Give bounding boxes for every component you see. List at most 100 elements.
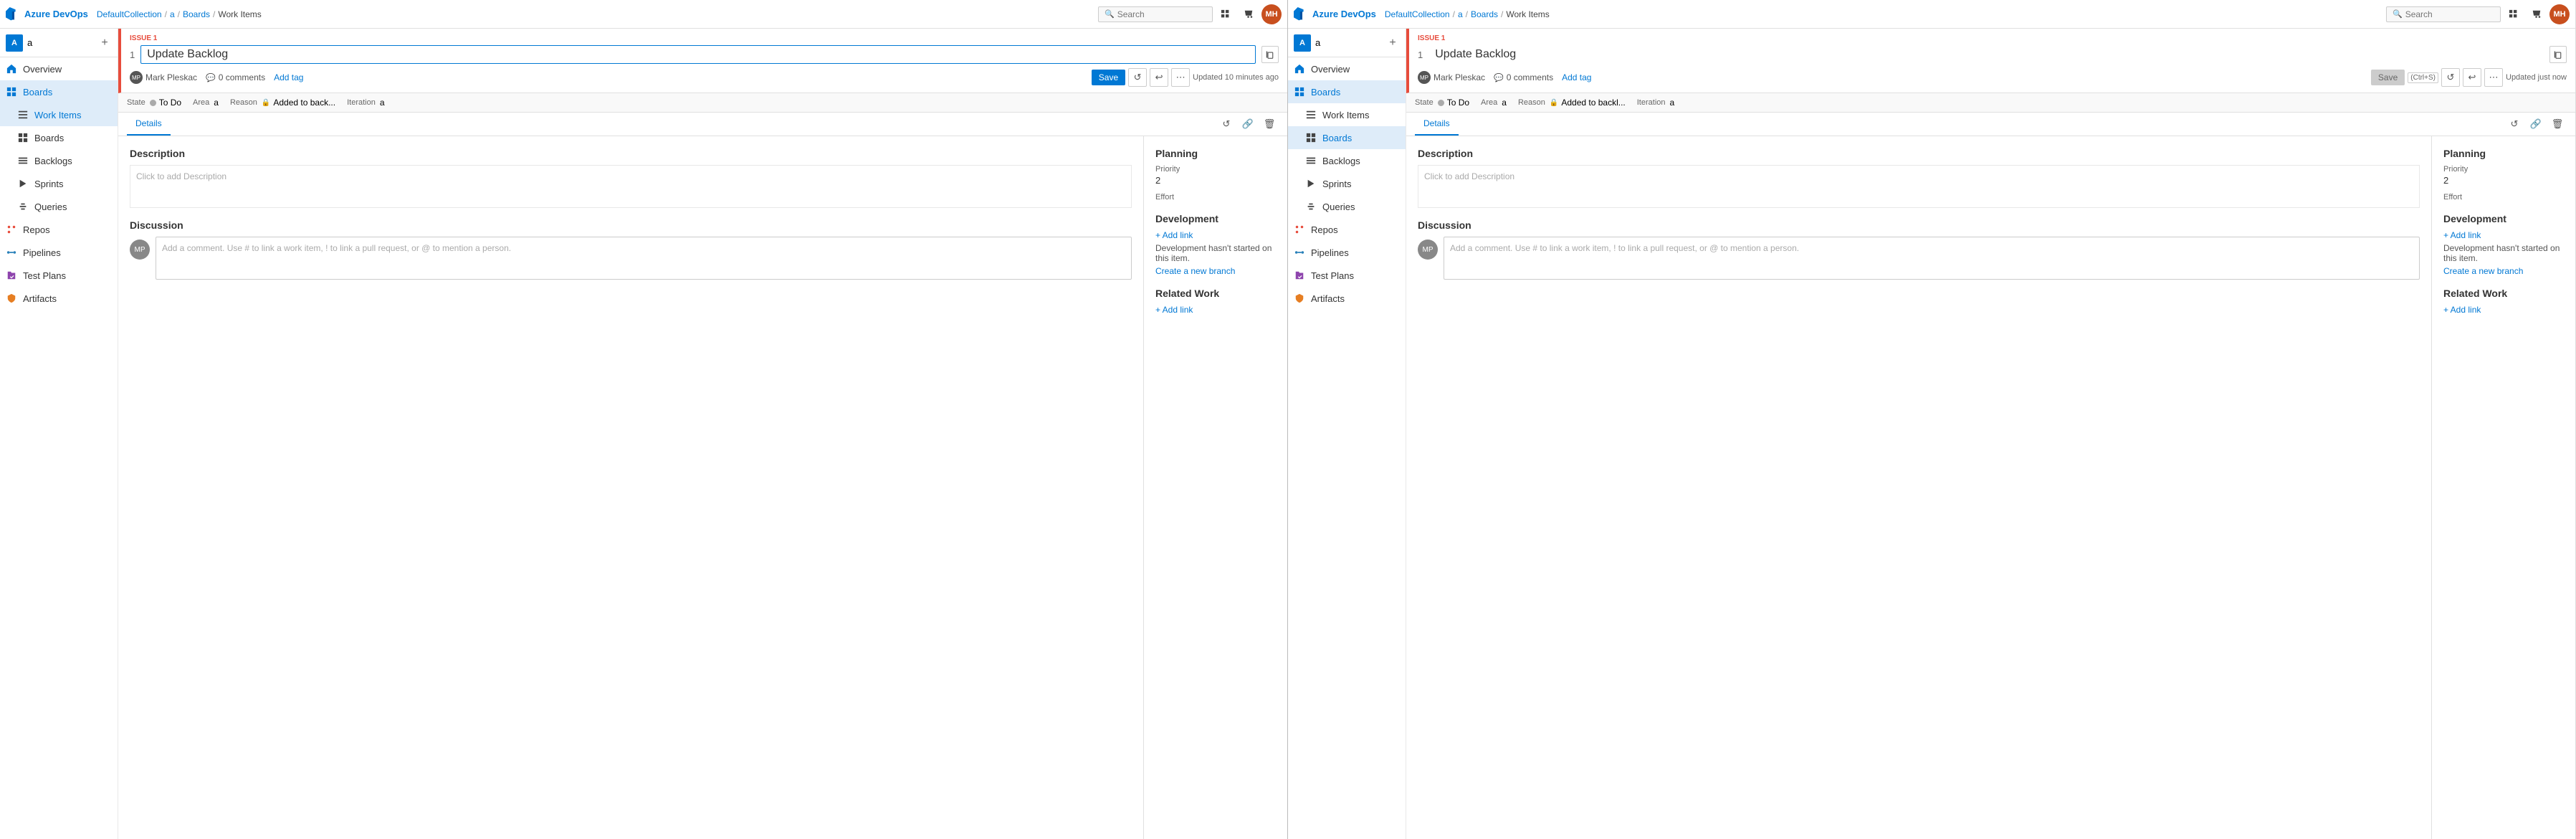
add-tag-button[interactable]: Add tag (1562, 72, 1591, 82)
sidebar-item-queries[interactable]: Queries (0, 195, 118, 218)
comment-box[interactable]: Add a comment. Use # to link a work item… (156, 237, 1132, 280)
sidebar-item-queries[interactable]: Queries (1288, 195, 1406, 218)
history-button[interactable]: ↺ (2505, 115, 2524, 133)
boards-sub-icon (17, 132, 29, 143)
refresh-button[interactable]: ↺ (1128, 68, 1147, 87)
sidebar-item-sprints[interactable]: Sprints (1288, 172, 1406, 195)
topbar-brand[interactable]: Azure DevOps (6, 7, 88, 22)
sidebar-item-test-plans[interactable]: Test Plans (1288, 264, 1406, 287)
sidebar-item-sprints[interactable]: Sprints (0, 172, 118, 195)
state-value[interactable]: To Do (1438, 98, 1469, 108)
sprints-icon (17, 178, 29, 189)
project-avatar[interactable]: A (6, 34, 23, 52)
priority-field: Priority2 (2443, 165, 2564, 186)
add-tag-button[interactable]: Add tag (274, 72, 303, 82)
delete-button[interactable]: 🗑 (2548, 115, 2567, 133)
area-value[interactable]: a (214, 98, 219, 108)
priority-value[interactable]: 2 (2443, 175, 2564, 186)
area-value[interactable]: a (1502, 98, 1507, 108)
history-button[interactable]: ↺ (1217, 115, 1236, 133)
copy-button[interactable] (1261, 46, 1279, 63)
grid-icon[interactable] (1216, 4, 1236, 24)
breadcrumb-item-1[interactable]: a (1458, 9, 1463, 19)
more-button[interactable]: ⋯ (1171, 68, 1190, 87)
comments-link[interactable]: 💬0 comments (206, 72, 265, 82)
body: Aa+OverviewBoardsWork ItemsBoardsBacklog… (0, 29, 1287, 839)
delete-button[interactable]: 🗑 (1260, 115, 1279, 133)
shop-icon[interactable] (1239, 4, 1259, 24)
discussion-title: Discussion (130, 219, 1132, 231)
breadcrumb-item-0[interactable]: DefaultCollection (97, 9, 162, 19)
tab-details[interactable]: Details (127, 113, 171, 136)
timestamp: Updated just now (2506, 73, 2567, 82)
search-box: 🔍 (2386, 6, 2501, 22)
lock-icon: 🔒 (262, 99, 270, 107)
sidebar-item-overview[interactable]: Overview (1288, 57, 1406, 80)
avatar[interactable]: MH (2549, 4, 2570, 24)
create-branch-link[interactable]: Create a new branch (1155, 266, 1276, 276)
sidebar-item-artifacts[interactable]: Artifacts (0, 287, 118, 310)
comments-link[interactable]: 💬0 comments (1494, 72, 1553, 82)
sidebar-item-label-boards-sub: Boards (1322, 133, 1352, 143)
sidebar-item-overview[interactable]: Overview (0, 57, 118, 80)
sidebar-item-backlogs[interactable]: Backlogs (0, 149, 118, 172)
search-input[interactable] (1117, 9, 1206, 19)
state-value[interactable]: To Do (150, 98, 181, 108)
add-project-button[interactable]: + (1385, 36, 1400, 50)
reason-value[interactable]: 🔒Added to back... (262, 98, 335, 108)
more-button[interactable]: ⋯ (2484, 68, 2503, 87)
sidebar-item-boards[interactable]: Boards (0, 80, 118, 103)
title-input[interactable] (140, 45, 1256, 64)
sidebar-item-boards[interactable]: Boards (1288, 80, 1406, 103)
link-button[interactable]: 🔗 (2527, 115, 2545, 133)
breadcrumb-item-0[interactable]: DefaultCollection (1385, 9, 1450, 19)
reason-value[interactable]: 🔒Added to backl... (1550, 98, 1626, 108)
description-placeholder[interactable]: Click to add Description (130, 165, 1132, 208)
sidebar-item-backlogs[interactable]: Backlogs (1288, 149, 1406, 172)
comment-box[interactable]: Add a comment. Use # to link a work item… (1444, 237, 2420, 280)
description-placeholder[interactable]: Click to add Description (1418, 165, 2420, 208)
sidebar-item-boards-sub[interactable]: Boards (0, 126, 118, 149)
pipelines-icon (6, 247, 17, 258)
related-add-link-button[interactable]: + Add link (1155, 305, 1276, 315)
add-link-button[interactable]: + Add link (2443, 230, 2564, 240)
grid-icon[interactable] (2504, 4, 2524, 24)
sidebar-item-repos[interactable]: Repos (0, 218, 118, 241)
copy-button[interactable] (2549, 46, 2567, 63)
tab-details[interactable]: Details (1415, 113, 1459, 136)
title-input[interactable] (1428, 45, 2544, 64)
add-project-button[interactable]: + (97, 36, 112, 50)
overview-icon (6, 63, 17, 75)
sidebar-item-work-items[interactable]: Work Items (1288, 103, 1406, 126)
sidebar-item-pipelines[interactable]: Pipelines (0, 241, 118, 264)
iteration-text: a (1670, 98, 1675, 108)
search-input[interactable] (2405, 9, 2494, 19)
sidebar-item-boards-sub[interactable]: Boards (1288, 126, 1406, 149)
state-text: To Do (159, 98, 181, 108)
breadcrumb-item-2[interactable]: Boards (183, 9, 210, 19)
create-branch-link[interactable]: Create a new branch (2443, 266, 2564, 276)
sidebar-item-artifacts[interactable]: Artifacts (1288, 287, 1406, 310)
sidebar-item-repos[interactable]: Repos (1288, 218, 1406, 241)
add-link-button[interactable]: + Add link (1155, 230, 1276, 240)
topbar-brand[interactable]: Azure DevOps (1294, 7, 1376, 22)
save-button[interactable]: Save (1092, 70, 1125, 85)
sidebar-item-test-plans[interactable]: Test Plans (0, 264, 118, 287)
breadcrumb-item-1[interactable]: a (170, 9, 175, 19)
iteration-value[interactable]: a (1670, 98, 1675, 108)
sidebar-item-work-items[interactable]: Work Items (0, 103, 118, 126)
iteration-value[interactable]: a (380, 98, 385, 108)
avatar[interactable]: MH (1261, 4, 1282, 24)
shop-icon[interactable] (2527, 4, 2547, 24)
save-button[interactable]: Save (2371, 70, 2405, 85)
refresh-button[interactable]: ↺ (2441, 68, 2460, 87)
related-add-link-button[interactable]: + Add link (2443, 305, 2564, 315)
breadcrumb-item-2[interactable]: Boards (1471, 9, 1498, 19)
project-avatar[interactable]: A (1294, 34, 1311, 52)
comments-count: 0 comments (1507, 72, 1553, 82)
sidebar-item-pipelines[interactable]: Pipelines (1288, 241, 1406, 264)
undo-button[interactable]: ↩ (2463, 68, 2481, 87)
priority-value[interactable]: 2 (1155, 175, 1276, 186)
link-button[interactable]: 🔗 (1239, 115, 1257, 133)
undo-button[interactable]: ↩ (1150, 68, 1168, 87)
